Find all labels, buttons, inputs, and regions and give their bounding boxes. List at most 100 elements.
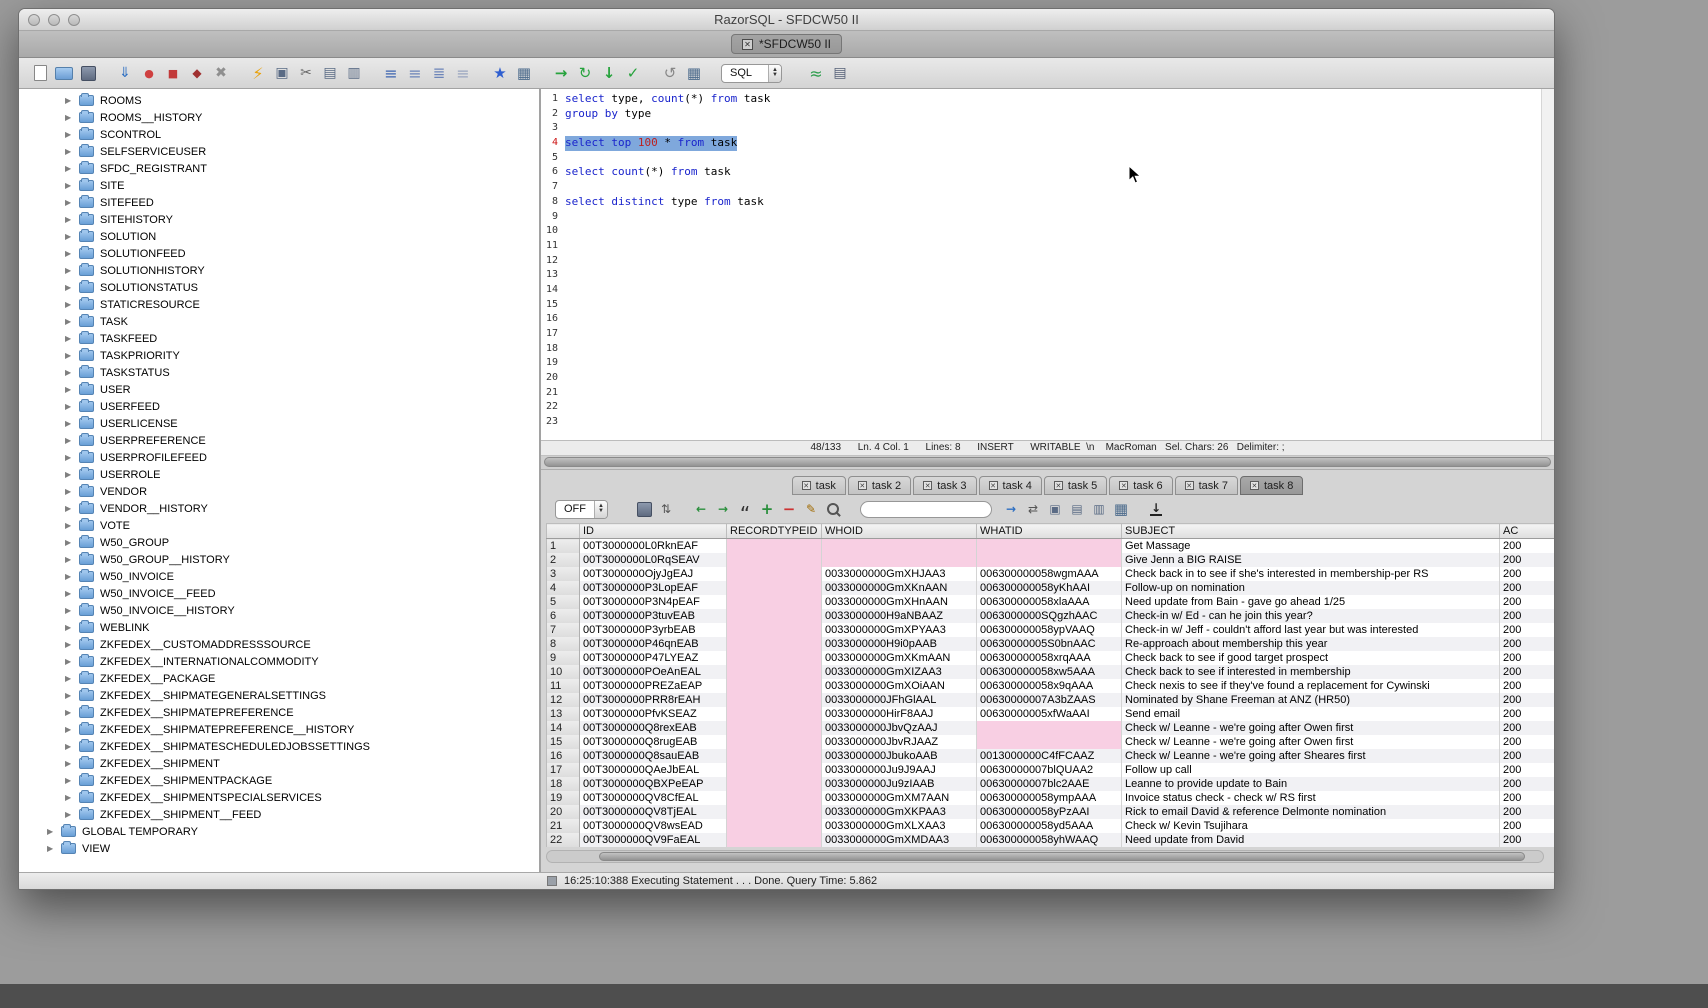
cell-ac[interactable]: 200 xyxy=(1500,819,1555,833)
cell-subject[interactable]: Rick to email David & reference Delmonte… xyxy=(1122,805,1500,819)
disclosure-triangle-icon[interactable]: ▶ xyxy=(65,691,77,700)
row-number-cell[interactable]: 15 xyxy=(547,735,580,749)
disclosure-triangle-icon[interactable]: ▶ xyxy=(65,793,77,802)
cell-id[interactable]: 00T3000000PRR8rEAH xyxy=(580,693,727,707)
cell-ac[interactable]: 200 xyxy=(1500,665,1555,679)
cell-id[interactable]: 00T3000000QV9FaEAL xyxy=(580,833,727,847)
cell-whatid[interactable]: 006300000058yhWAAQ xyxy=(977,833,1122,847)
cell-subject[interactable]: Check back in to see if she's interested… xyxy=(1122,567,1500,581)
close-document-tab-icon[interactable] xyxy=(742,39,753,50)
cell-subject[interactable]: Check w/ Leanne - we're going after Owen… xyxy=(1122,735,1500,749)
grid-row[interactable]: 8 00T3000000P46qnEAB 0033000000H9i0pAAB … xyxy=(547,637,1555,651)
cell-recordtypeid[interactable] xyxy=(727,791,822,805)
editor-vertical-scrollbar[interactable] xyxy=(1541,89,1554,440)
row-number-cell[interactable]: 11 xyxy=(547,679,580,693)
column-header-ac[interactable]: AC xyxy=(1500,524,1555,539)
tree-item[interactable]: ▶ SELFSERVICEUSER xyxy=(19,143,539,160)
quotes-icon[interactable] xyxy=(735,499,755,519)
new-file-icon[interactable] xyxy=(29,62,51,84)
cell-subject[interactable]: Check w/ Leanne - we're going after Owen… xyxy=(1122,721,1500,735)
tree-item[interactable]: ▶ SOLUTIONFEED xyxy=(19,245,539,262)
tree-item[interactable]: ▶ SOLUTIONHISTORY xyxy=(19,262,539,279)
cell-whatid[interactable]: 00630000007blQUAA2 xyxy=(977,763,1122,777)
grid-row[interactable]: 7 00T3000000P3yrbEAB 0033000000GmXPYAA3 … xyxy=(547,623,1555,637)
disclosure-triangle-icon[interactable]: ▶ xyxy=(65,419,77,428)
cell-whoid[interactable]: 0033000000H9aNBAAZ xyxy=(822,609,977,623)
cell-ac[interactable]: 200 xyxy=(1500,693,1555,707)
editor-line[interactable]: 3 xyxy=(541,121,1554,136)
disclosure-triangle-icon[interactable]: ▶ xyxy=(65,368,77,377)
disclosure-triangle-icon[interactable]: ▶ xyxy=(47,827,59,836)
cell-recordtypeid[interactable] xyxy=(727,553,822,567)
cell-whoid[interactable]: 0033000000Ju9zIAAB xyxy=(822,777,977,791)
cell-whatid[interactable]: 006300000058xlaAAA xyxy=(977,595,1122,609)
row-number-cell[interactable]: 2 xyxy=(547,553,580,567)
row-number-cell[interactable]: 17 xyxy=(547,763,580,777)
row-number-cell[interactable]: 21 xyxy=(547,819,580,833)
tree-item[interactable]: ▶ ZKFEDEX__SHIPMATEPREFERENCE__HISTORY xyxy=(19,721,539,738)
tree-item[interactable]: ▶ SCONTROL xyxy=(19,126,539,143)
tree-item[interactable]: ▶ ZKFEDEX__SHIPMENT xyxy=(19,755,539,772)
cell-ac[interactable]: 200 xyxy=(1500,833,1555,847)
editor-line[interactable]: 20 xyxy=(541,371,1554,386)
tree-item[interactable]: ▶ W50_GROUP__HISTORY xyxy=(19,551,539,568)
editor-line[interactable]: 8 select distinct type from task xyxy=(541,195,1554,210)
insert-row-icon[interactable] xyxy=(757,499,777,519)
validate-icon[interactable] xyxy=(622,62,644,84)
disclosure-triangle-icon[interactable]: ▶ xyxy=(65,215,77,224)
editor-line[interactable]: 17 xyxy=(541,327,1554,342)
cell-whatid[interactable] xyxy=(977,721,1122,735)
cell-recordtypeid[interactable] xyxy=(727,567,822,581)
grid-row[interactable]: 12 00T3000000PRR8rEAH 0033000000JFhGlAAL… xyxy=(547,693,1555,707)
row-number-cell[interactable]: 8 xyxy=(547,637,580,651)
disclosure-triangle-icon[interactable]: ▶ xyxy=(65,674,77,683)
grid-row[interactable]: 15 00T3000000Q8rugEAB 0033000000JbvRJAAZ… xyxy=(547,735,1555,749)
row-number-cell[interactable]: 20 xyxy=(547,805,580,819)
clipboard-icon[interactable] xyxy=(343,62,365,84)
disclosure-triangle-icon[interactable]: ▶ xyxy=(65,266,77,275)
delete-icon[interactable] xyxy=(210,62,232,84)
tree-item[interactable]: ▶ SITE xyxy=(19,177,539,194)
tree-item[interactable]: ▶ STATICRESOURCE xyxy=(19,296,539,313)
cell-recordtypeid[interactable] xyxy=(727,637,822,651)
tree-item[interactable]: ▶ TASKPRIORITY xyxy=(19,347,539,364)
cell-whatid[interactable] xyxy=(977,539,1122,553)
editor-line[interactable]: 6 select count(*) from task xyxy=(541,165,1554,180)
cell-subject[interactable]: Re-approach about membership this year xyxy=(1122,637,1500,651)
indent-left-icon[interactable] xyxy=(428,62,450,84)
tree-item[interactable]: ▶ VOTE xyxy=(19,517,539,534)
cell-ac[interactable]: 200 xyxy=(1500,553,1555,567)
rerun-icon[interactable] xyxy=(574,62,596,84)
cell-ac[interactable]: 200 xyxy=(1500,567,1555,581)
tree-item[interactable]: ▶ TASKSTATUS xyxy=(19,364,539,381)
tree-item[interactable]: ▶ SITEFEED xyxy=(19,194,539,211)
grid-row[interactable]: 13 00T3000000PfvKSEAZ 0033000000HirF8AAJ… xyxy=(547,707,1555,721)
tree-item[interactable]: ▶ SITEHISTORY xyxy=(19,211,539,228)
execute-icon[interactable] xyxy=(247,62,269,84)
cell-recordtypeid[interactable] xyxy=(727,749,822,763)
copy-results-icon[interactable] xyxy=(1045,499,1065,519)
comment-icon[interactable] xyxy=(452,62,474,84)
grid-row[interactable]: 4 00T3000000P3LopEAF 0033000000GmXKnAAN … xyxy=(547,581,1555,595)
disclosure-triangle-icon[interactable]: ▶ xyxy=(65,708,77,717)
editor-line[interactable]: 14 xyxy=(541,283,1554,298)
grid-row[interactable]: 16 00T3000000Q8sauEAB 0033000000JbukoAAB… xyxy=(547,749,1555,763)
tree-item[interactable]: ▶ ZKFEDEX__CUSTOMADDRESSSOURCE xyxy=(19,636,539,653)
row-number-cell[interactable]: 1 xyxy=(547,539,580,553)
disclosure-triangle-icon[interactable]: ▶ xyxy=(65,113,77,122)
results-tab[interactable]: task 4 xyxy=(979,476,1042,495)
column-header-whatid[interactable]: WHATID xyxy=(977,524,1122,539)
row-number-cell[interactable]: 7 xyxy=(547,623,580,637)
cell-whoid[interactable]: 0033000000JbvQzAAJ xyxy=(822,721,977,735)
disclosure-triangle-icon[interactable]: ▶ xyxy=(65,96,77,105)
save-icon[interactable] xyxy=(77,62,99,84)
cell-whoid[interactable]: 0033000000H9i0pAAB xyxy=(822,637,977,651)
zoom-window-button[interactable] xyxy=(68,14,80,26)
grid-icon[interactable] xyxy=(683,62,705,84)
disclosure-triangle-icon[interactable]: ▶ xyxy=(65,640,77,649)
tree-item[interactable]: ▶ WEBLINK xyxy=(19,619,539,636)
tree-item[interactable]: ▶ USER xyxy=(19,381,539,398)
cell-id[interactable]: 00T3000000P46qnEAB xyxy=(580,637,727,651)
open-icon[interactable] xyxy=(53,62,75,84)
grid-horizontal-scrollbar[interactable] xyxy=(546,850,1544,863)
